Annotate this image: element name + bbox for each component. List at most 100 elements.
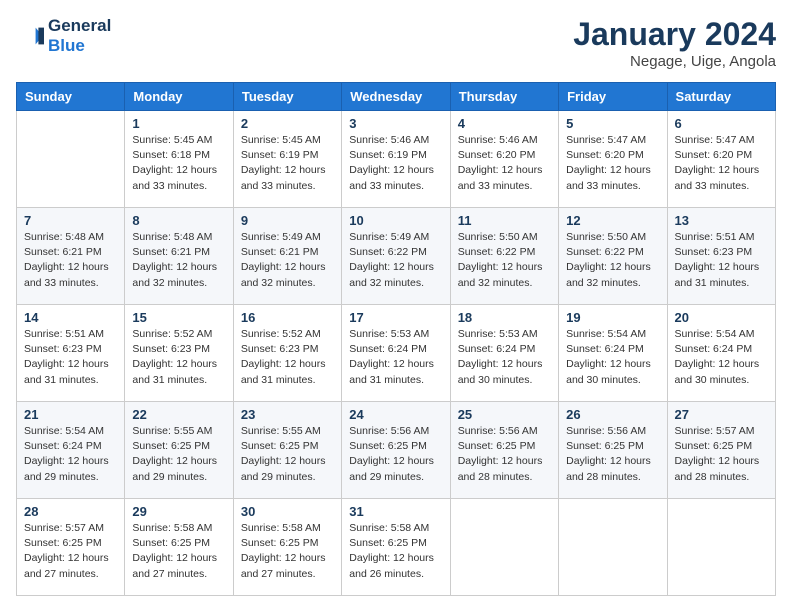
day-number: 31 — [349, 504, 442, 519]
day-number: 14 — [24, 310, 117, 325]
day-number: 21 — [24, 407, 117, 422]
day-info: Sunrise: 5:50 AM Sunset: 6:22 PM Dayligh… — [458, 230, 551, 291]
day-number: 16 — [241, 310, 334, 325]
calendar-cell: 8 Sunrise: 5:48 AM Sunset: 6:21 PM Daylig… — [125, 208, 233, 305]
day-info: Sunrise: 5:51 AM Sunset: 6:23 PM Dayligh… — [675, 230, 768, 291]
calendar-cell: 7Sunrise: 5:48 AM Sunset: 6:21 PM Daylig… — [17, 208, 125, 305]
calendar-cell: 20 Sunrise: 5:54 AM Sunset: 6:24 PM Dayli… — [667, 305, 775, 402]
day-info: Sunrise: 5:52 AM Sunset: 6:23 PM Dayligh… — [132, 327, 225, 388]
calendar-cell: 23 Sunrise: 5:55 AM Sunset: 6:25 PM Dayli… — [233, 402, 341, 499]
day-info: Sunrise: 5:45 AM Sunset: 6:19 PM Dayligh… — [241, 133, 334, 194]
calendar-cell — [450, 499, 558, 596]
calendar-cell: 3 Sunrise: 5:46 AM Sunset: 6:19 PM Daylig… — [342, 111, 450, 208]
logo: General Blue — [16, 16, 111, 55]
day-number: 2 — [241, 116, 334, 131]
calendar-cell: 30 Sunrise: 5:58 AM Sunset: 6:25 PM Dayli… — [233, 499, 341, 596]
calendar-cell: 22 Sunrise: 5:55 AM Sunset: 6:25 PM Dayli… — [125, 402, 233, 499]
day-info: Sunrise: 5:47 AM Sunset: 6:20 PM Dayligh… — [675, 133, 768, 194]
day-info: Sunrise: 5:58 AM Sunset: 6:25 PM Dayligh… — [132, 521, 225, 582]
day-number: 4 — [458, 116, 551, 131]
calendar-weekday-monday: Monday — [125, 83, 233, 111]
day-number: 6 — [675, 116, 768, 131]
day-info: Sunrise: 5:56 AM Sunset: 6:25 PM Dayligh… — [566, 424, 659, 485]
day-info: Sunrise: 5:50 AM Sunset: 6:22 PM Dayligh… — [566, 230, 659, 291]
day-info: Sunrise: 5:57 AM Sunset: 6:25 PM Dayligh… — [24, 521, 117, 582]
calendar-weekday-tuesday: Tuesday — [233, 83, 341, 111]
calendar-cell: 18 Sunrise: 5:53 AM Sunset: 6:24 PM Dayli… — [450, 305, 558, 402]
day-number: 23 — [241, 407, 334, 422]
day-info: Sunrise: 5:56 AM Sunset: 6:25 PM Dayligh… — [458, 424, 551, 485]
day-number: 22 — [132, 407, 225, 422]
day-info: Sunrise: 5:56 AM Sunset: 6:25 PM Dayligh… — [349, 424, 442, 485]
day-number: 25 — [458, 407, 551, 422]
calendar-cell — [667, 499, 775, 596]
calendar-cell: 27 Sunrise: 5:57 AM Sunset: 6:25 PM Dayli… — [667, 402, 775, 499]
day-info: Sunrise: 5:54 AM Sunset: 6:24 PM Dayligh… — [566, 327, 659, 388]
calendar-weekday-thursday: Thursday — [450, 83, 558, 111]
page: General Blue January 2024 Negage, Uige, … — [0, 0, 792, 612]
day-number: 12 — [566, 213, 659, 228]
day-number: 27 — [675, 407, 768, 422]
calendar-cell: 14 Sunrise: 5:51 AM Sunset: 6:23 PM Dayli… — [17, 305, 125, 402]
day-number: 1 — [132, 116, 225, 131]
day-info: Sunrise: 5:54 AM Sunset: 6:24 PM Dayligh… — [675, 327, 768, 388]
day-number: 9 — [241, 213, 334, 228]
calendar-cell: 6 Sunrise: 5:47 AM Sunset: 6:20 PM Daylig… — [667, 111, 775, 208]
calendar-cell: 4 Sunrise: 5:46 AM Sunset: 6:20 PM Daylig… — [450, 111, 558, 208]
day-number: 20 — [675, 310, 768, 325]
day-number: 24 — [349, 407, 442, 422]
calendar-cell: 17Sunrise: 5:53 AM Sunset: 6:24 PM Dayli… — [342, 305, 450, 402]
page-title: January 2024 — [573, 16, 776, 53]
calendar-cell: 5 Sunrise: 5:47 AM Sunset: 6:20 PM Daylig… — [559, 111, 667, 208]
day-number: 28 — [24, 504, 117, 519]
day-number: 17 — [349, 310, 442, 325]
header: General Blue January 2024 Negage, Uige, … — [16, 16, 776, 70]
day-number: 30 — [241, 504, 334, 519]
day-info: Sunrise: 5:57 AM Sunset: 6:25 PM Dayligh… — [675, 424, 768, 485]
calendar-week-row: 28 Sunrise: 5:57 AM Sunset: 6:25 PM Dayli… — [17, 499, 776, 596]
calendar-cell: 9 Sunrise: 5:49 AM Sunset: 6:21 PM Daylig… — [233, 208, 341, 305]
day-number: 8 — [132, 213, 225, 228]
calendar-weekday-friday: Friday — [559, 83, 667, 111]
day-number: 13 — [675, 213, 768, 228]
day-info: Sunrise: 5:53 AM Sunset: 6:24 PM Dayligh… — [458, 327, 551, 388]
calendar-cell: 16Sunrise: 5:52 AM Sunset: 6:23 PM Dayli… — [233, 305, 341, 402]
calendar-weekday-sunday: Sunday — [17, 83, 125, 111]
calendar-cell: 28 Sunrise: 5:57 AM Sunset: 6:25 PM Dayli… — [17, 499, 125, 596]
day-info: Sunrise: 5:49 AM Sunset: 6:22 PM Dayligh… — [349, 230, 442, 291]
day-info: Sunrise: 5:58 AM Sunset: 6:25 PM Dayligh… — [349, 521, 442, 582]
calendar-cell: 26Sunrise: 5:56 AM Sunset: 6:25 PM Dayli… — [559, 402, 667, 499]
day-number: 15 — [132, 310, 225, 325]
calendar-weekday-saturday: Saturday — [667, 83, 775, 111]
day-info: Sunrise: 5:49 AM Sunset: 6:21 PM Dayligh… — [241, 230, 334, 291]
calendar-cell: 13 Sunrise: 5:51 AM Sunset: 6:23 PM Dayli… — [667, 208, 775, 305]
day-number: 3 — [349, 116, 442, 131]
day-info: Sunrise: 5:48 AM Sunset: 6:21 PM Dayligh… — [24, 230, 117, 291]
day-info: Sunrise: 5:55 AM Sunset: 6:25 PM Dayligh… — [241, 424, 334, 485]
calendar-week-row: 1Sunrise: 5:45 AM Sunset: 6:18 PM Daylig… — [17, 111, 776, 208]
title-block: January 2024 Negage, Uige, Angola — [573, 16, 776, 70]
day-info: Sunrise: 5:54 AM Sunset: 6:24 PM Dayligh… — [24, 424, 117, 485]
day-number: 18 — [458, 310, 551, 325]
calendar-cell: 1Sunrise: 5:45 AM Sunset: 6:18 PM Daylig… — [125, 111, 233, 208]
calendar-cell: 21 Sunrise: 5:54 AM Sunset: 6:24 PM Dayli… — [17, 402, 125, 499]
day-number: 5 — [566, 116, 659, 131]
calendar-cell: 10 Sunrise: 5:49 AM Sunset: 6:22 PM Dayli… — [342, 208, 450, 305]
calendar-week-row: 21 Sunrise: 5:54 AM Sunset: 6:24 PM Dayli… — [17, 402, 776, 499]
calendar-week-row: 14 Sunrise: 5:51 AM Sunset: 6:23 PM Dayli… — [17, 305, 776, 402]
day-info: Sunrise: 5:58 AM Sunset: 6:25 PM Dayligh… — [241, 521, 334, 582]
calendar-header-row: SundayMondayTuesdayWednesdayThursdayFrid… — [17, 83, 776, 111]
day-info: Sunrise: 5:55 AM Sunset: 6:25 PM Dayligh… — [132, 424, 225, 485]
calendar-cell: 31 Sunrise: 5:58 AM Sunset: 6:25 PM Dayli… — [342, 499, 450, 596]
calendar-weekday-wednesday: Wednesday — [342, 83, 450, 111]
day-number: 10 — [349, 213, 442, 228]
calendar-week-row: 7Sunrise: 5:48 AM Sunset: 6:21 PM Daylig… — [17, 208, 776, 305]
calendar-cell: 2 Sunrise: 5:45 AM Sunset: 6:19 PM Daylig… — [233, 111, 341, 208]
day-info: Sunrise: 5:46 AM Sunset: 6:20 PM Dayligh… — [458, 133, 551, 194]
day-info: Sunrise: 5:51 AM Sunset: 6:23 PM Dayligh… — [24, 327, 117, 388]
day-info: Sunrise: 5:47 AM Sunset: 6:20 PM Dayligh… — [566, 133, 659, 194]
day-info: Sunrise: 5:46 AM Sunset: 6:19 PM Dayligh… — [349, 133, 442, 194]
day-info: Sunrise: 5:48 AM Sunset: 6:21 PM Dayligh… — [132, 230, 225, 291]
calendar-cell: 19Sunrise: 5:54 AM Sunset: 6:24 PM Dayli… — [559, 305, 667, 402]
logo-text: General Blue — [48, 16, 111, 55]
